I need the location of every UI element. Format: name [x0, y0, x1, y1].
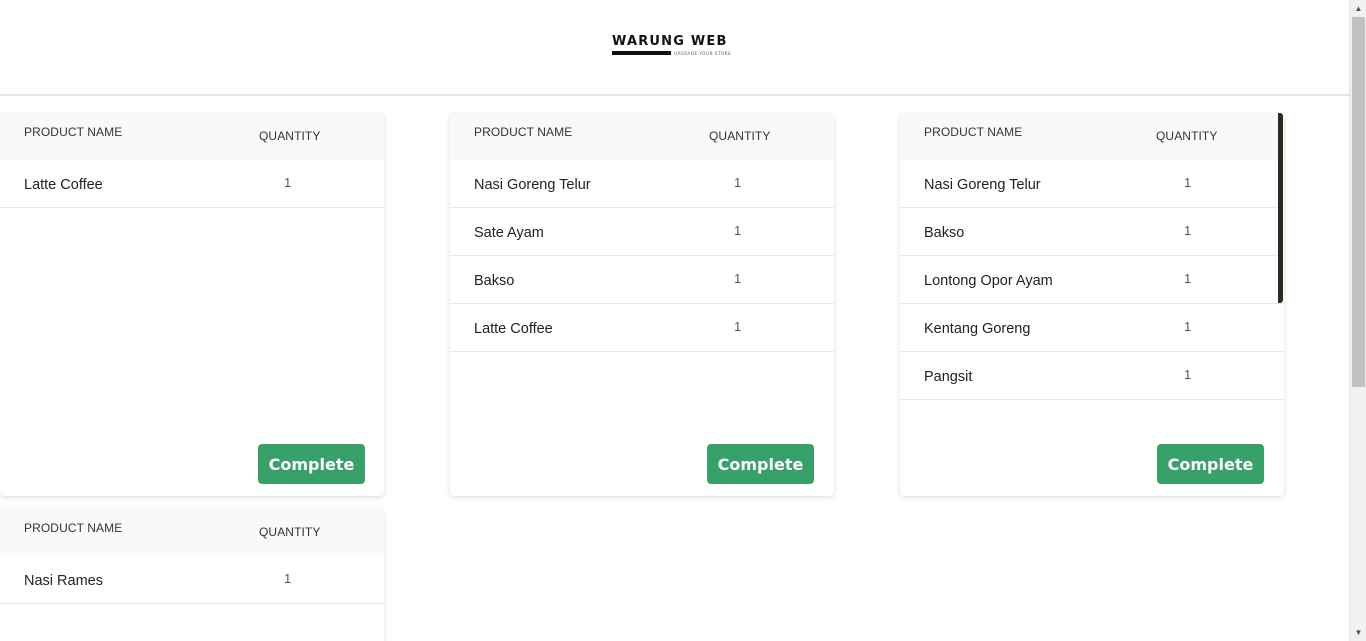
product-quantity: 1 — [734, 319, 742, 334]
complete-button[interactable]: Complete — [707, 444, 814, 484]
quantity-header: QUANTITY — [1156, 129, 1218, 143]
product-quantity: 1 — [734, 175, 742, 190]
scrollbar-thumb[interactable] — [1352, 17, 1365, 387]
table-row: Sate Ayam 1 — [450, 208, 834, 256]
product-quantity: 1 — [284, 571, 292, 586]
table-row: Lontong Opor Ayam 1 — [900, 256, 1284, 304]
table-row: Pangsit 1 — [900, 352, 1284, 400]
complete-button[interactable]: Complete — [1157, 444, 1264, 484]
product-name: Nasi Rames — [24, 573, 103, 589]
card-accent-bar — [1278, 113, 1283, 303]
table-header-row: PRODUCT NAME QUANTITY — [0, 113, 384, 160]
product-name: Latte Coffee — [474, 321, 553, 337]
product-name: Nasi Goreng Telur — [474, 177, 591, 193]
table-row: Latte Coffee 1 — [450, 304, 834, 352]
warung-web-logo[interactable]: WARUNG WEB UPGRADE YOUR STORE — [612, 34, 738, 60]
product-name: Bakso — [474, 273, 515, 289]
product-name: Sate Ayam — [474, 225, 544, 241]
product-name-header: PRODUCT NAME — [24, 125, 123, 139]
product-quantity: 1 — [1184, 223, 1192, 238]
product-name-header: PRODUCT NAME — [474, 125, 573, 139]
product-name: Pangsit — [924, 369, 973, 385]
order-card: PRODUCT NAME QUANTITY Nasi Rames 1 — [0, 509, 384, 641]
logo-text: WARUNG WEB — [612, 34, 728, 49]
product-name-header: PRODUCT NAME — [924, 125, 1023, 139]
site-header: WARUNG WEB UPGRADE YOUR STORE — [0, 0, 1349, 96]
product-quantity: 1 — [1184, 175, 1192, 190]
product-name: Kentang Goreng — [924, 321, 1031, 337]
product-quantity: 1 — [1184, 271, 1192, 286]
product-quantity: 1 — [734, 271, 742, 286]
product-name: Nasi Goreng Telur — [924, 177, 1041, 193]
vertical-scrollbar[interactable]: ▲ ▼ — [1349, 0, 1366, 641]
table-row: Nasi Goreng Telur 1 — [450, 160, 834, 208]
table-row: Kentang Goreng 1 — [900, 304, 1284, 352]
product-quantity: 1 — [734, 223, 742, 238]
page-viewport: WARUNG WEB UPGRADE YOUR STORE PRODUCT NA… — [0, 0, 1349, 641]
product-name: Bakso — [924, 225, 965, 241]
product-name: Latte Coffee — [24, 177, 103, 193]
table-row: Latte Coffee 1 — [0, 160, 384, 208]
order-card: PRODUCT NAME QUANTITY Latte Coffee 1 Com… — [0, 113, 384, 496]
chevron-down-icon[interactable]: ▼ — [1350, 624, 1366, 641]
order-card: PRODUCT NAME QUANTITY Nasi Goreng Telur … — [900, 113, 1284, 496]
table-header-row: PRODUCT NAME QUANTITY — [450, 113, 834, 160]
table-header-row: PRODUCT NAME QUANTITY — [0, 509, 384, 556]
logo-underline-bar — [612, 51, 671, 55]
order-card: PRODUCT NAME QUANTITY Nasi Goreng Telur … — [450, 113, 834, 496]
product-quantity: 1 — [1184, 367, 1192, 382]
quantity-header: QUANTITY — [259, 129, 321, 143]
product-quantity: 1 — [284, 175, 292, 190]
product-name-header: PRODUCT NAME — [24, 521, 123, 535]
table-row: Nasi Rames 1 — [0, 556, 384, 604]
table-row: Bakso 1 — [450, 256, 834, 304]
complete-button[interactable]: Complete — [258, 444, 365, 484]
chevron-up-icon[interactable]: ▲ — [1350, 0, 1366, 17]
logo-tagline: UPGRADE YOUR STORE — [674, 51, 732, 56]
product-name: Lontong Opor Ayam — [924, 273, 1053, 289]
quantity-header: QUANTITY — [259, 525, 321, 539]
table-header-row: PRODUCT NAME QUANTITY — [900, 113, 1284, 160]
table-row: Bakso 1 — [900, 208, 1284, 256]
product-quantity: 1 — [1184, 319, 1192, 334]
table-row: Nasi Goreng Telur 1 — [900, 160, 1284, 208]
quantity-header: QUANTITY — [709, 129, 771, 143]
